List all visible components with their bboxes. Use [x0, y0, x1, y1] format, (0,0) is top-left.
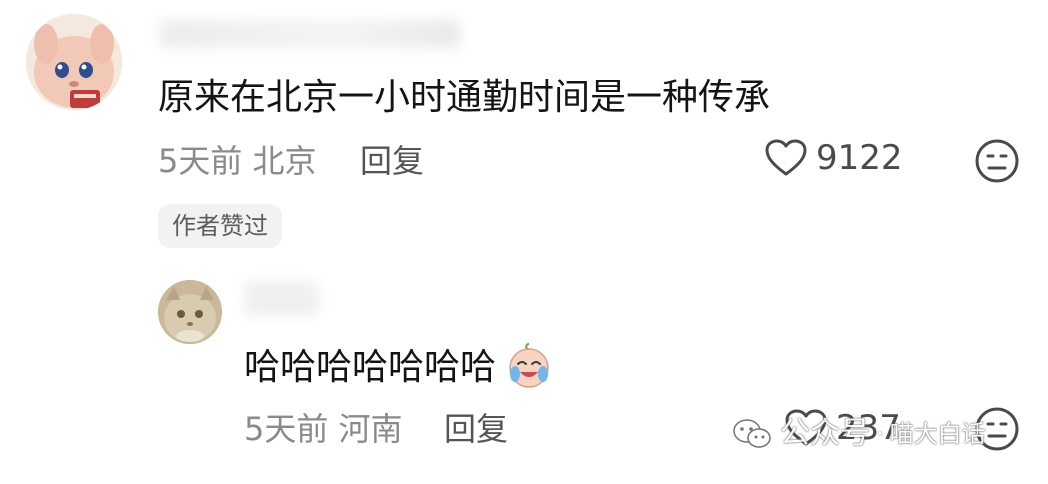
- comment-meta: 5天前 北京: [158, 142, 317, 180]
- author-liked-badge: 作者赞过: [158, 204, 282, 248]
- replier-name-blurred[interactable]: [244, 282, 318, 316]
- reply-text: 哈哈哈哈哈哈哈: [244, 347, 497, 388]
- commenter-name-blurred[interactable]: [160, 20, 460, 48]
- reply-button[interactable]: 回复: [360, 142, 424, 180]
- reply-meta: 5天前 河南: [244, 410, 403, 448]
- wechat-icon: [733, 419, 771, 448]
- comment-time: 5天前: [158, 142, 243, 180]
- reply-location: 河南: [338, 410, 403, 448]
- reply-to-reply-button[interactable]: 回复: [444, 410, 508, 448]
- like-button[interactable]: 9122: [764, 138, 903, 178]
- watermark-name: 喵大白话: [889, 420, 986, 448]
- comment-text: 原来在北京一小时通勤时间是一种传承: [158, 77, 771, 118]
- replier-avatar[interactable]: [158, 280, 222, 344]
- watermark-label: 公众号: [780, 416, 870, 451]
- heart-outline-icon: [765, 139, 807, 176]
- crying-laughing-emoji-icon: [509, 343, 549, 388]
- watermark-separator: ·: [876, 420, 884, 448]
- commenter-avatar[interactable]: [26, 14, 122, 110]
- comment-location: 北京: [252, 142, 317, 180]
- frown-face-icon[interactable]: [974, 138, 1020, 184]
- like-count: 9122: [816, 138, 903, 178]
- reply-time: 5天前: [244, 410, 329, 448]
- watermark: 公众号 · 喵大白话: [732, 416, 986, 452]
